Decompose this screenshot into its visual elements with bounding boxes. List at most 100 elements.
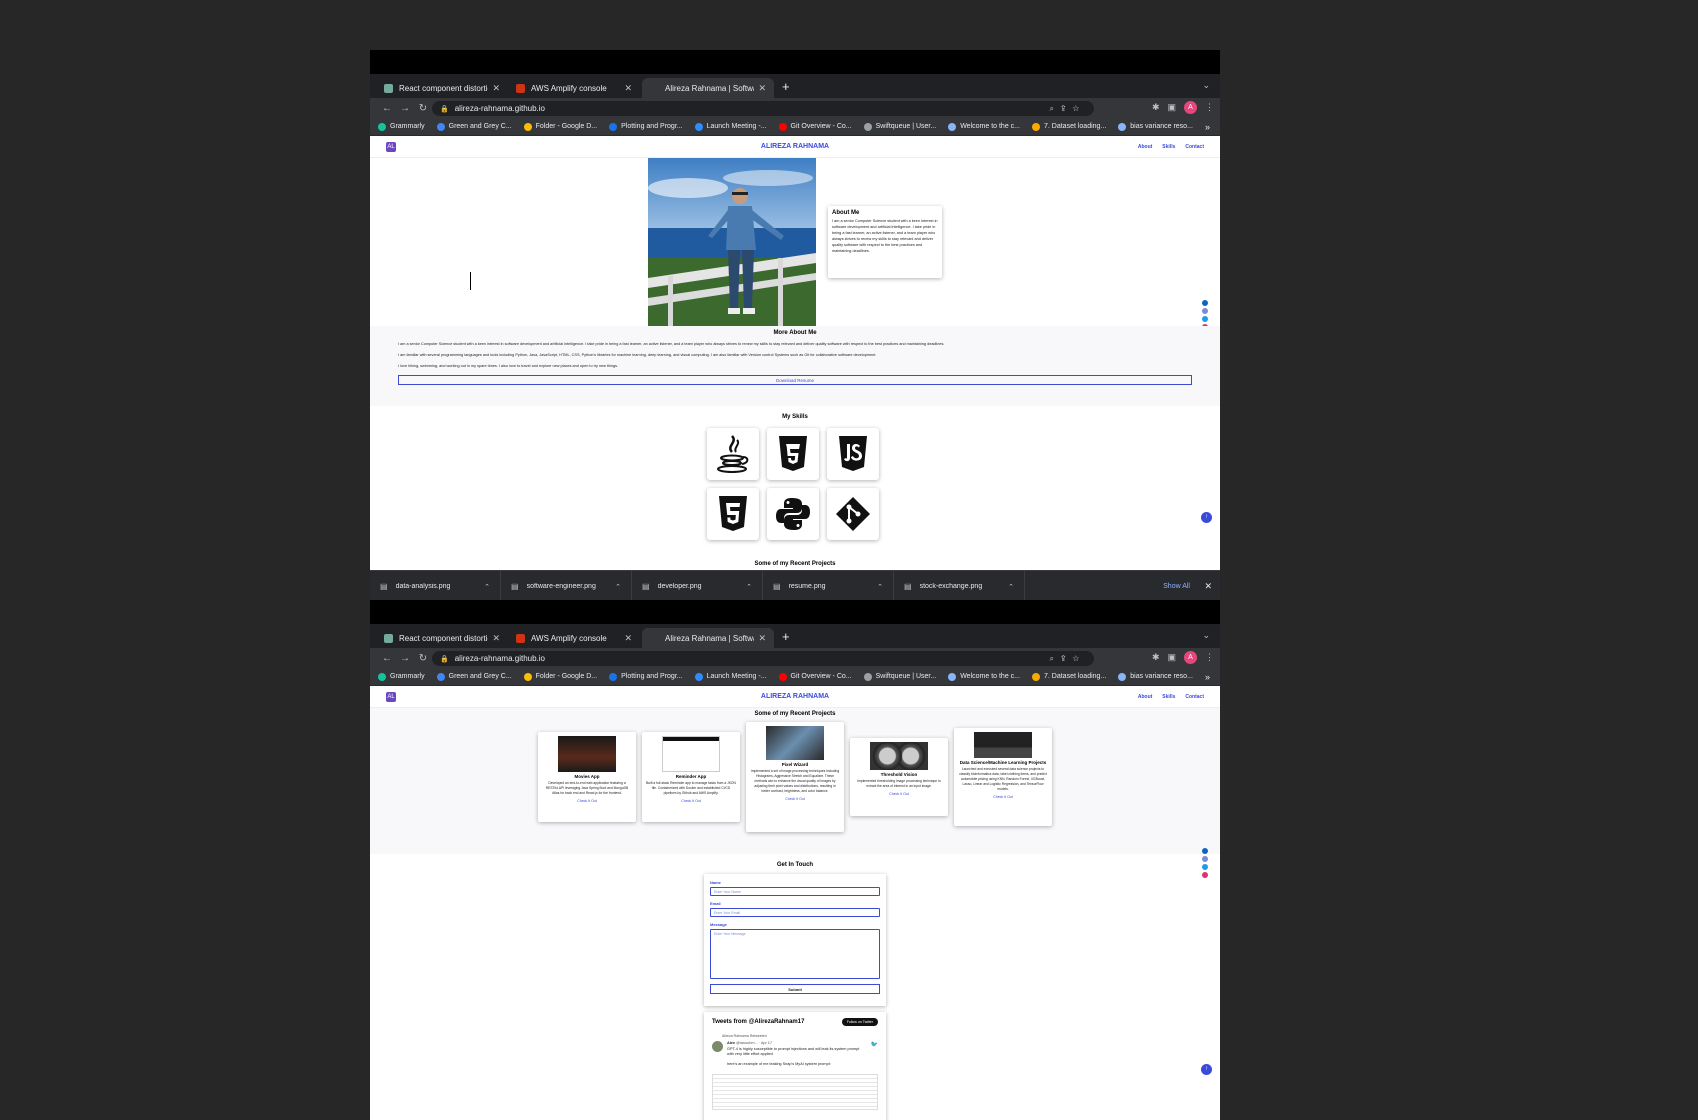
github-icon[interactable] <box>1202 856 1208 862</box>
reload-icon[interactable]: ↻ <box>414 653 432 664</box>
project-link[interactable]: Check It Out <box>646 799 736 803</box>
bookmark-item[interactable]: Green and Grey C... <box>436 672 512 681</box>
github-icon[interactable] <box>1202 308 1208 314</box>
download-item[interactable]: ▤ data-analysis.png ⌃ <box>370 570 501 602</box>
close-icon[interactable]: ✕ <box>758 633 766 644</box>
bookmark-item[interactable]: Swiftqueue | User... <box>863 122 936 131</box>
bookmark-item[interactable]: Launch Meeting -... <box>694 672 767 681</box>
show-all-downloads-link[interactable]: Show All <box>1163 583 1190 590</box>
project-link[interactable]: Check It Out <box>958 795 1048 799</box>
bookmark-item[interactable]: Grammarly <box>378 672 425 681</box>
project-link[interactable]: Check It Out <box>750 797 840 801</box>
tab-portfolio[interactable]: Alireza Rahnama | Software De ✕ <box>642 78 774 98</box>
site-title[interactable]: ALIREZA RAHNAMA <box>370 693 1220 700</box>
download-item[interactable]: ▤ stock-exchange.png ⌃ <box>894 570 1025 602</box>
forward-icon[interactable]: → <box>396 103 414 114</box>
bookmarks-overflow-button[interactable]: » <box>1205 672 1210 682</box>
tweet[interactable]: Alex @ianuuhm... · Apr 17 GPT-4 is highl… <box>712 1041 878 1068</box>
project-link[interactable]: Check It Out <box>854 792 944 796</box>
tab-react[interactable]: React component distortion fix ✕ <box>376 78 508 98</box>
download-item[interactable]: ▤ developer.png ⌃ <box>632 570 763 602</box>
download-item[interactable]: ▤ resume.png ⌃ <box>763 570 894 602</box>
linkedin-icon[interactable] <box>1202 300 1208 306</box>
bookmark-item[interactable]: Welcome to the c... <box>948 122 1020 131</box>
tab-portfolio[interactable]: Alireza Rahnama | Software De ✕ <box>642 628 774 648</box>
twitter-icon[interactable] <box>1202 316 1208 322</box>
chevron-up-icon[interactable]: ⌃ <box>1008 583 1014 591</box>
message-textarea[interactable]: Enter Your Message <box>710 929 880 979</box>
twitter-icon[interactable] <box>1202 864 1208 870</box>
bookmark-item[interactable]: Welcome to the c... <box>948 672 1020 681</box>
extensions-icon[interactable]: ✱ <box>1152 102 1160 113</box>
menu-icon[interactable]: ⋮ <box>1205 652 1214 663</box>
bookmark-item[interactable]: Git Overview - Co... <box>778 672 852 681</box>
omnibox-icons[interactable]: ⌕⇪☆ <box>1049 104 1086 114</box>
bookmark-item[interactable]: Green and Grey C... <box>436 122 512 131</box>
back-icon[interactable]: ← <box>378 103 396 114</box>
close-icon[interactable]: ✕ <box>492 83 500 94</box>
nav-skills[interactable]: Skills <box>1162 694 1175 700</box>
submit-button[interactable]: Submit <box>710 984 880 994</box>
omnibox-icons[interactable]: ⌕⇪☆ <box>1049 654 1086 664</box>
bookmark-item[interactable]: 7. Dataset loading... <box>1032 672 1106 681</box>
nav-about[interactable]: About <box>1138 144 1152 150</box>
address-bar[interactable]: 🔒 alireza-rahnama.github.io ⌕⇪☆ <box>432 651 1094 666</box>
follow-on-twitter-button[interactable]: Follow on Twitter <box>841 1018 878 1026</box>
bookmark-item[interactable]: Grammarly <box>378 122 425 131</box>
address-bar[interactable]: 🔒 alireza-rahnama.github.io ⌕⇪☆ <box>432 101 1094 116</box>
email-input[interactable]: Enter Your Email <box>710 908 880 917</box>
nav-about[interactable]: About <box>1138 694 1152 700</box>
bookmark-item[interactable]: Folder - Google D... <box>523 672 597 681</box>
instagram-icon[interactable] <box>1202 872 1208 878</box>
tab-search-button[interactable]: ⌄ <box>1202 630 1210 641</box>
name-input[interactable]: Enter Your Name <box>710 887 880 896</box>
close-icon[interactable]: ✕ <box>1204 581 1212 592</box>
new-tab-button[interactable]: + <box>782 79 790 94</box>
tab-search-button[interactable]: ⌄ <box>1202 80 1210 91</box>
python-icon <box>767 488 819 540</box>
bookmark-item[interactable]: Git Overview - Co... <box>778 122 852 131</box>
close-icon[interactable]: ✕ <box>624 83 632 94</box>
profile-avatar[interactable]: A <box>1184 651 1197 664</box>
download-item[interactable]: ▤ software-engineer.png ⌃ <box>501 570 632 602</box>
extensions-icon[interactable]: ✱ <box>1152 652 1160 663</box>
reload-icon[interactable]: ↻ <box>414 103 432 114</box>
tab-aws[interactable]: AWS Amplify console ✕ <box>508 628 640 648</box>
site-title[interactable]: ALIREZA RAHNAMA <box>370 143 1220 150</box>
chevron-up-icon[interactable]: ⌃ <box>484 583 490 591</box>
forward-icon[interactable]: → <box>396 653 414 664</box>
close-icon[interactable]: ✕ <box>758 83 766 94</box>
new-tab-button[interactable]: + <box>782 629 790 644</box>
profile-avatar[interactable]: A <box>1184 101 1197 114</box>
bookmark-item[interactable]: Plotting and Progr... <box>609 122 683 131</box>
nav-skills[interactable]: Skills <box>1162 144 1175 150</box>
scroll-to-top-button[interactable]: ↑ <box>1201 512 1212 523</box>
tab-aws[interactable]: AWS Amplify console ✕ <box>508 78 640 98</box>
globe-icon <box>863 672 872 681</box>
linkedin-icon[interactable] <box>1202 848 1208 854</box>
tweet-media[interactable] <box>712 1073 878 1110</box>
bookmark-item[interactable]: Swiftqueue | User... <box>863 672 936 681</box>
chevron-up-icon[interactable]: ⌃ <box>615 583 621 591</box>
menu-icon[interactable]: ⋮ <box>1205 102 1214 113</box>
bookmarks-overflow-button[interactable]: » <box>1205 122 1210 132</box>
project-link[interactable]: Check It Out <box>542 799 632 803</box>
chevron-up-icon[interactable]: ⌃ <box>877 583 883 591</box>
bookmark-item[interactable]: Folder - Google D... <box>523 122 597 131</box>
bookmark-item[interactable]: bias variance reso... <box>1118 672 1193 681</box>
download-resume-button[interactable]: Download Resume <box>398 375 1192 385</box>
tab-react[interactable]: React component distortion fix ✕ <box>376 628 508 648</box>
scroll-to-top-button[interactable]: ↑ <box>1201 1064 1212 1075</box>
bookmark-item[interactable]: Plotting and Progr... <box>609 672 683 681</box>
nav-contact[interactable]: Contact <box>1185 694 1204 700</box>
nav-contact[interactable]: Contact <box>1185 144 1204 150</box>
chevron-up-icon[interactable]: ⌃ <box>746 583 752 591</box>
sidepanel-icon[interactable]: ▣ <box>1167 102 1176 113</box>
close-icon[interactable]: ✕ <box>624 633 632 644</box>
bookmark-item[interactable]: 7. Dataset loading... <box>1032 122 1106 131</box>
back-icon[interactable]: ← <box>378 653 396 664</box>
sidepanel-icon[interactable]: ▣ <box>1167 652 1176 663</box>
bookmark-item[interactable]: bias variance reso... <box>1118 122 1193 131</box>
bookmark-item[interactable]: Launch Meeting -... <box>694 122 767 131</box>
close-icon[interactable]: ✕ <box>492 633 500 644</box>
